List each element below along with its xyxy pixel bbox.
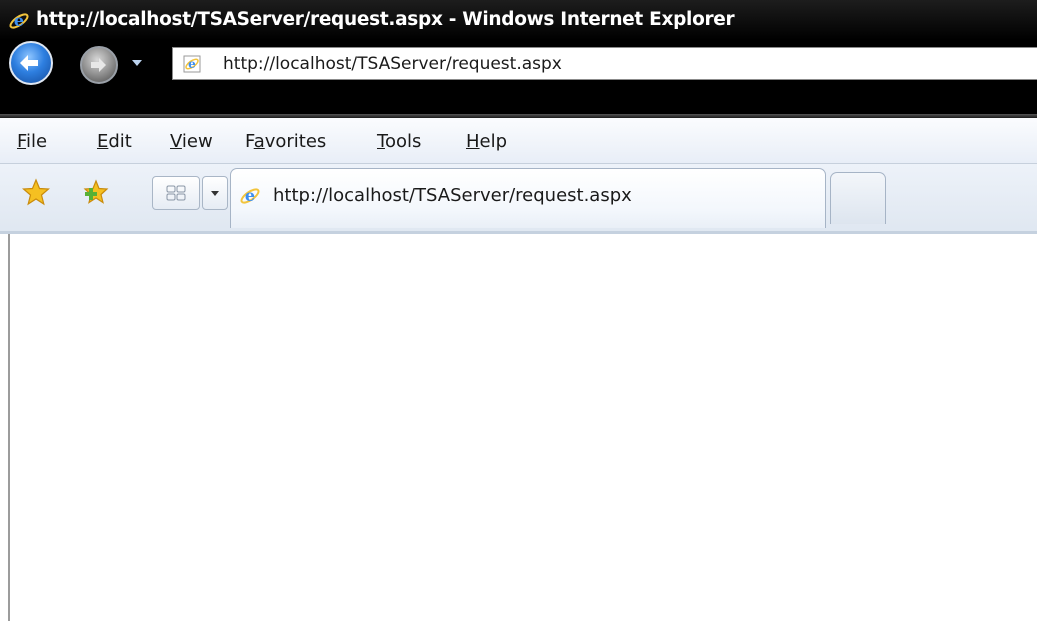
ie-logo-icon: e <box>240 186 260 205</box>
forward-arrow-icon[interactable] <box>80 46 118 84</box>
quick-tabs-icon[interactable] <box>152 176 200 210</box>
back-arrow-icon[interactable] <box>9 41 53 85</box>
menu-help[interactable]: Help <box>466 131 507 152</box>
menu-file[interactable]: File <box>17 131 47 152</box>
menu-edit[interactable]: Edit <box>97 131 132 152</box>
ie-logo-icon: e <box>9 11 29 30</box>
svg-text:e: e <box>188 57 196 71</box>
tab-active[interactable]: e http://localhost/TSAServer/request.asp… <box>230 168 826 228</box>
svg-text:e: e <box>14 11 24 30</box>
address-input[interactable]: http://localhost/TSAServer/request.aspx <box>223 54 562 74</box>
menu-tools[interactable]: Tools <box>377 131 421 152</box>
chevron-down-icon[interactable] <box>130 56 144 70</box>
page-content <box>0 234 1037 621</box>
svg-text:e: e <box>245 186 255 205</box>
chevron-down-icon <box>211 191 219 196</box>
tab-title: http://localhost/TSAServer/request.aspx <box>273 185 632 206</box>
tab-row: e http://localhost/TSAServer/request.asp… <box>0 164 1037 234</box>
window-title: http://localhost/TSAServer/request.aspx … <box>36 9 735 30</box>
tab-list-button[interactable] <box>202 176 228 210</box>
menu-bar: File Edit View Favorites Tools Help <box>0 118 1037 164</box>
new-tab-button[interactable] <box>830 172 886 224</box>
title-bar: e http://localhost/TSAServer/request.asp… <box>0 0 1037 40</box>
add-favorites-star-icon[interactable] <box>82 178 110 206</box>
menu-favorites[interactable]: Favorites <box>245 131 326 152</box>
page-icon: e <box>183 55 201 73</box>
menu-view[interactable]: View <box>170 131 213 152</box>
address-bar[interactable]: e http://localhost/TSAServer/request.asp… <box>172 47 1037 80</box>
favorites-star-icon[interactable] <box>22 178 50 206</box>
